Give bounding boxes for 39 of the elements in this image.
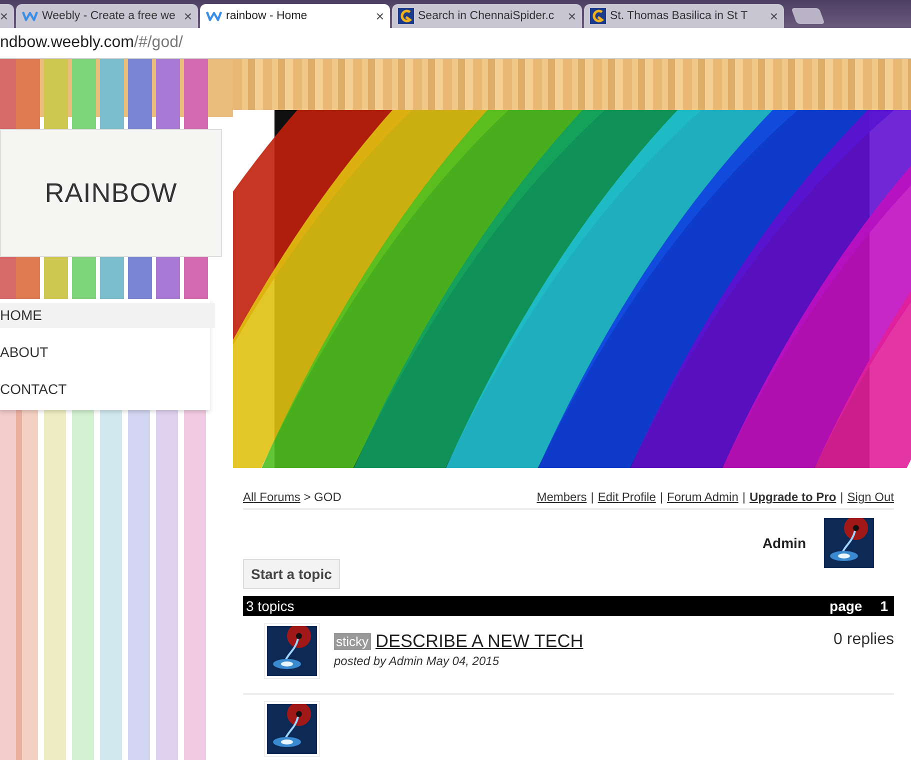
- start-topic-button[interactable]: Start a topic: [243, 559, 340, 589]
- page-label: page: [830, 598, 862, 614]
- page-number[interactable]: 1: [880, 598, 888, 614]
- w-logo-icon: [22, 10, 38, 22]
- close-icon[interactable]: ×: [770, 8, 778, 24]
- browser-tab[interactable]: Weebly - Create a free we ×: [16, 4, 198, 28]
- header-link[interactable]: Members: [536, 490, 587, 504]
- nav-item[interactable]: CONTACT: [0, 377, 215, 402]
- reply-count: 0 replies: [834, 630, 894, 649]
- separator: |: [590, 490, 594, 504]
- close-icon[interactable]: ×: [568, 8, 576, 24]
- topic-byline: posted by Admin May 04, 2015: [334, 654, 500, 668]
- header-link[interactable]: Edit Profile: [598, 490, 656, 504]
- header-link[interactable]: Sign Out: [847, 490, 894, 504]
- browser-tab[interactable]: ×: [0, 4, 14, 28]
- browser-tab[interactable]: rainbow - Home ×: [200, 4, 390, 28]
- close-icon[interactable]: ×: [184, 8, 192, 24]
- browser-tab[interactable]: Search in ChennaiSpider.c ×: [392, 4, 582, 28]
- header-link[interactable]: Upgrade to Pro: [750, 490, 836, 504]
- user-name: Admin: [762, 535, 806, 551]
- breadcrumb-link[interactable]: All Forums: [243, 490, 300, 504]
- separator: |: [742, 490, 746, 504]
- separator: |: [840, 490, 844, 504]
- w-logo-icon: [206, 10, 222, 22]
- topic-title[interactable]: DESCRIBE A NEW TECH: [376, 631, 584, 652]
- close-icon[interactable]: ×: [376, 8, 384, 24]
- browser-tab[interactable]: St. Thomas Basilica in St T ×: [584, 4, 784, 28]
- nav-item[interactable]: ABOUT: [0, 340, 215, 365]
- site-title: RAINBOW: [44, 178, 178, 208]
- new-tab-button[interactable]: [791, 8, 825, 24]
- nav-item[interactable]: HOME: [0, 303, 215, 328]
- separator: |: [660, 490, 664, 504]
- header-link[interactable]: Forum Admin: [667, 490, 738, 504]
- close-icon[interactable]: ×: [0, 8, 8, 24]
- swirl-logo-icon: [590, 8, 606, 24]
- swirl-logo-icon: [398, 8, 414, 24]
- sticky-badge: sticky: [334, 633, 370, 650]
- topic-count: 3 topics: [246, 598, 294, 614]
- breadcrumb-current: > GOD: [304, 490, 342, 504]
